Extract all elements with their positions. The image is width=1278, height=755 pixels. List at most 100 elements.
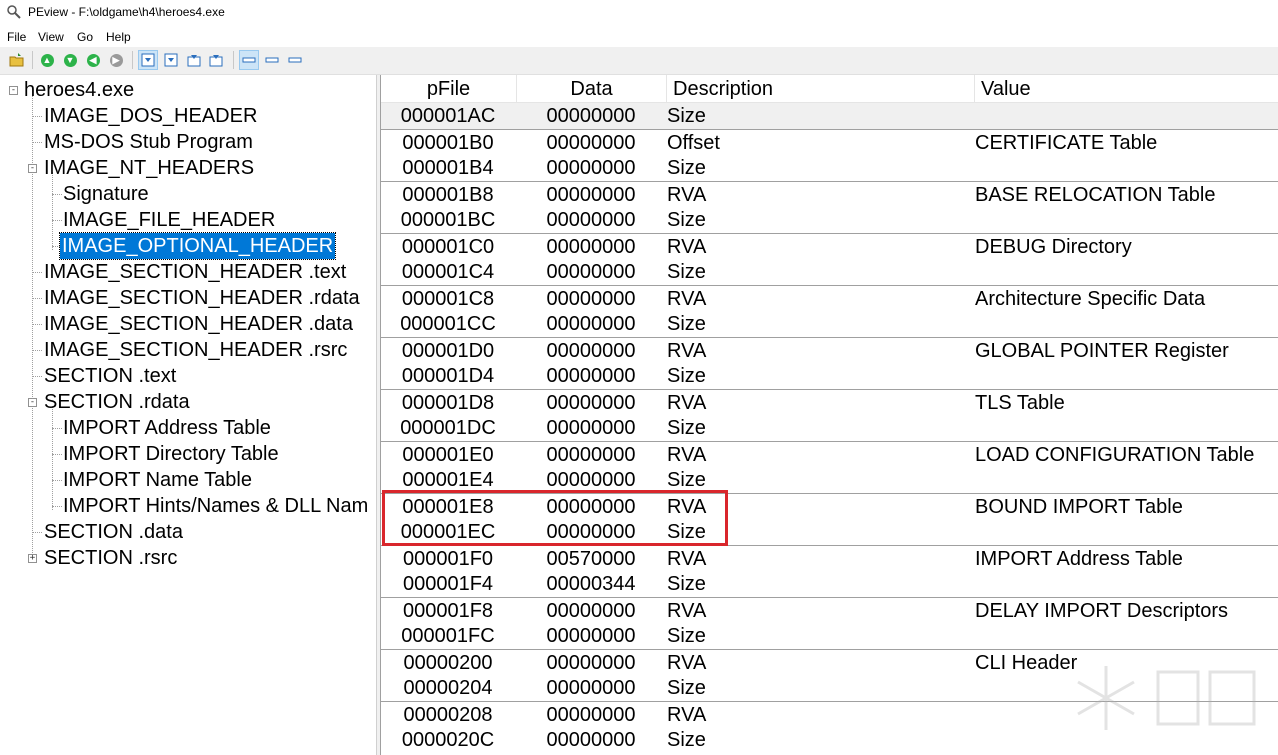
tree-item-section-rdata[interactable]: SECTION .rdata [42,389,192,415]
cell-data: 00000000 [546,313,636,335]
tree-pane[interactable]: - - - + heroes4.exe IMAGE_DOS_HEADER MS-… [0,75,376,755]
table-row[interactable]: 000001D0 00000000 RVA GLOBAL POINTER Regist… [381,337,1278,363]
collapse-icon[interactable]: - [28,164,37,173]
highlight-annotation [382,490,728,546]
table-row[interactable]: 000001F0 00570000 RVA IMPORT Address Table [381,545,1278,571]
cell-pfile: 000001D0 [401,340,495,362]
column-header-data[interactable]: Data [517,75,667,102]
cell-value: Architecture Specific Data [975,288,1206,310]
cell-data: 00000000 [546,288,636,310]
table-row[interactable]: 000001F4 00000344 Size [381,571,1278,597]
cell-data: 00000000 [546,677,636,699]
forward-icon[interactable]: ▶ [107,51,125,69]
cell-data: 00000000 [546,600,636,622]
cell-pfile: 000001AC [400,105,496,127]
column-header-pfile[interactable]: pFile [381,75,517,102]
cell-description: Size [667,365,706,387]
cell-pfile: 000001CC [400,313,496,335]
details-list[interactable]: pFile Data Description Value 000001AC 000… [381,75,1278,755]
tree-item-section-header-text[interactable]: IMAGE_SECTION_HEADER .text [42,259,348,285]
cell-description: Size [667,261,706,283]
cell-data: 00570000 [546,548,636,570]
cell-pfile: 000001B0 [402,132,494,154]
up-icon[interactable]: ▲ [38,51,56,69]
tree-item-section-header-rsrc[interactable]: IMAGE_SECTION_HEADER .rsrc [42,337,349,363]
cell-description: RVA [667,704,707,726]
table-row[interactable]: 000001B4 00000000 Size [381,155,1278,181]
list-header: pFile Data Description Value [381,75,1278,103]
table-row[interactable]: 000001D8 00000000 RVA TLS Table [381,389,1278,415]
collapse-icon[interactable]: - [9,86,18,95]
column-header-value[interactable]: Value [975,75,1278,102]
cell-pfile: 000001F8 [402,600,494,622]
table-row[interactable]: 000001C0 00000000 RVA DEBUG Directory [381,233,1278,259]
cell-data: 00000000 [546,625,636,647]
view-mode-a-icon[interactable] [239,50,259,70]
cell-pfile: 000001B4 [402,157,494,179]
table-row[interactable]: 000001AC 00000000 Size [381,103,1278,129]
tree-item-image-dos-header[interactable]: IMAGE_DOS_HEADER [42,103,259,129]
tree-item-import-directory-table[interactable]: IMPORT Directory Table [61,441,281,467]
app-magnifier-icon [7,5,21,19]
cell-pfile: 000001D4 [401,365,495,387]
cell-description: RVA [667,392,707,414]
cell-description: Size [667,157,706,179]
menu-help[interactable]: Help [106,30,131,44]
cell-data: 00000000 [546,392,636,414]
tree-item-signature[interactable]: Signature [61,181,151,207]
menu-view[interactable]: View [38,30,64,44]
view-mode-b-icon[interactable] [263,51,281,69]
tree-item-import-name-table[interactable]: IMPORT Name Table [61,467,254,493]
back-icon[interactable]: ◀ [84,51,102,69]
cell-pfile: 000001F0 [402,548,494,570]
tree-item-section-rsrc[interactable]: SECTION .rsrc [42,545,179,571]
cell-description: RVA [667,444,707,466]
tree-item-image-optional-header[interactable]: IMAGE_OPTIONAL_HEADER [58,232,337,260]
tree-item-section-text[interactable]: SECTION .text [42,363,178,389]
cell-data: 00000344 [546,573,636,595]
tree-item-image-file-header[interactable]: IMAGE_FILE_HEADER [61,207,277,233]
view-byte-icon[interactable] [138,50,158,70]
tree-item-image-nt-headers[interactable]: IMAGE_NT_HEADERS [42,155,256,181]
cell-description: Size [667,417,706,439]
tree-item-import-address-table[interactable]: IMPORT Address Table [61,415,273,441]
tree-item-ms-dos-stub[interactable]: MS-DOS Stub Program [42,129,255,155]
column-header-description[interactable]: Description [667,75,975,102]
menu-go[interactable]: Go [77,30,93,44]
view-word-icon[interactable] [162,51,180,69]
cell-description: RVA [667,340,707,362]
tree-item-import-hints-names[interactable]: IMPORT Hints/Names & DLL Nam [61,493,370,519]
tree-item-section-header-rdata[interactable]: IMAGE_SECTION_HEADER .rdata [42,285,362,311]
table-row[interactable]: 000001D4 00000000 Size [381,363,1278,389]
open-icon[interactable] [8,51,26,69]
cell-data: 00000000 [546,261,636,283]
table-row[interactable]: 000001DC 00000000 Size [381,415,1278,441]
table-row[interactable]: 000001BC 00000000 Size [381,207,1278,233]
table-row[interactable]: 000001B0 00000000 Offset CERTIFICATE Table [381,129,1278,155]
table-row[interactable]: 000001CC 00000000 Size [381,311,1278,337]
cell-data: 00000000 [546,365,636,387]
collapse-icon[interactable]: - [28,398,37,407]
view-dword-icon[interactable] [185,51,203,69]
view-mode-c-icon[interactable] [286,51,304,69]
table-row[interactable]: 000001FC 00000000 Size [381,623,1278,649]
view-qword-icon[interactable] [207,51,225,69]
table-row[interactable]: 000001C8 00000000 RVA Architecture Specific… [381,285,1278,311]
cell-data: 00000000 [546,340,636,362]
cell-description: RVA [667,548,707,570]
table-row[interactable]: 000001F8 00000000 RVA DELAY IMPORT Descript… [381,597,1278,623]
tree-item-section-header-data[interactable]: IMAGE_SECTION_HEADER .data [42,311,355,337]
down-icon[interactable]: ▼ [61,51,79,69]
tree-item-section-data[interactable]: SECTION .data [42,519,185,545]
table-row[interactable]: 000001E0 00000000 RVA LOAD CONFIGURATION Ta… [381,441,1278,467]
table-row[interactable]: 000001C4 00000000 Size [381,259,1278,285]
window-title: PEview - F:\oldgame\h4\heroes4.exe [28,5,225,19]
cell-data: 00000000 [546,209,636,231]
menu-file[interactable]: File [7,30,26,44]
expand-icon[interactable]: + [28,554,37,563]
cell-description: Size [667,677,706,699]
cell-pfile: 000001B8 [402,184,494,206]
tree-item-heroes4-exe[interactable]: heroes4.exe [22,77,136,103]
cell-description: Size [667,729,706,751]
table-row[interactable]: 000001B8 00000000 RVA BASE RELOCATION Table [381,181,1278,207]
